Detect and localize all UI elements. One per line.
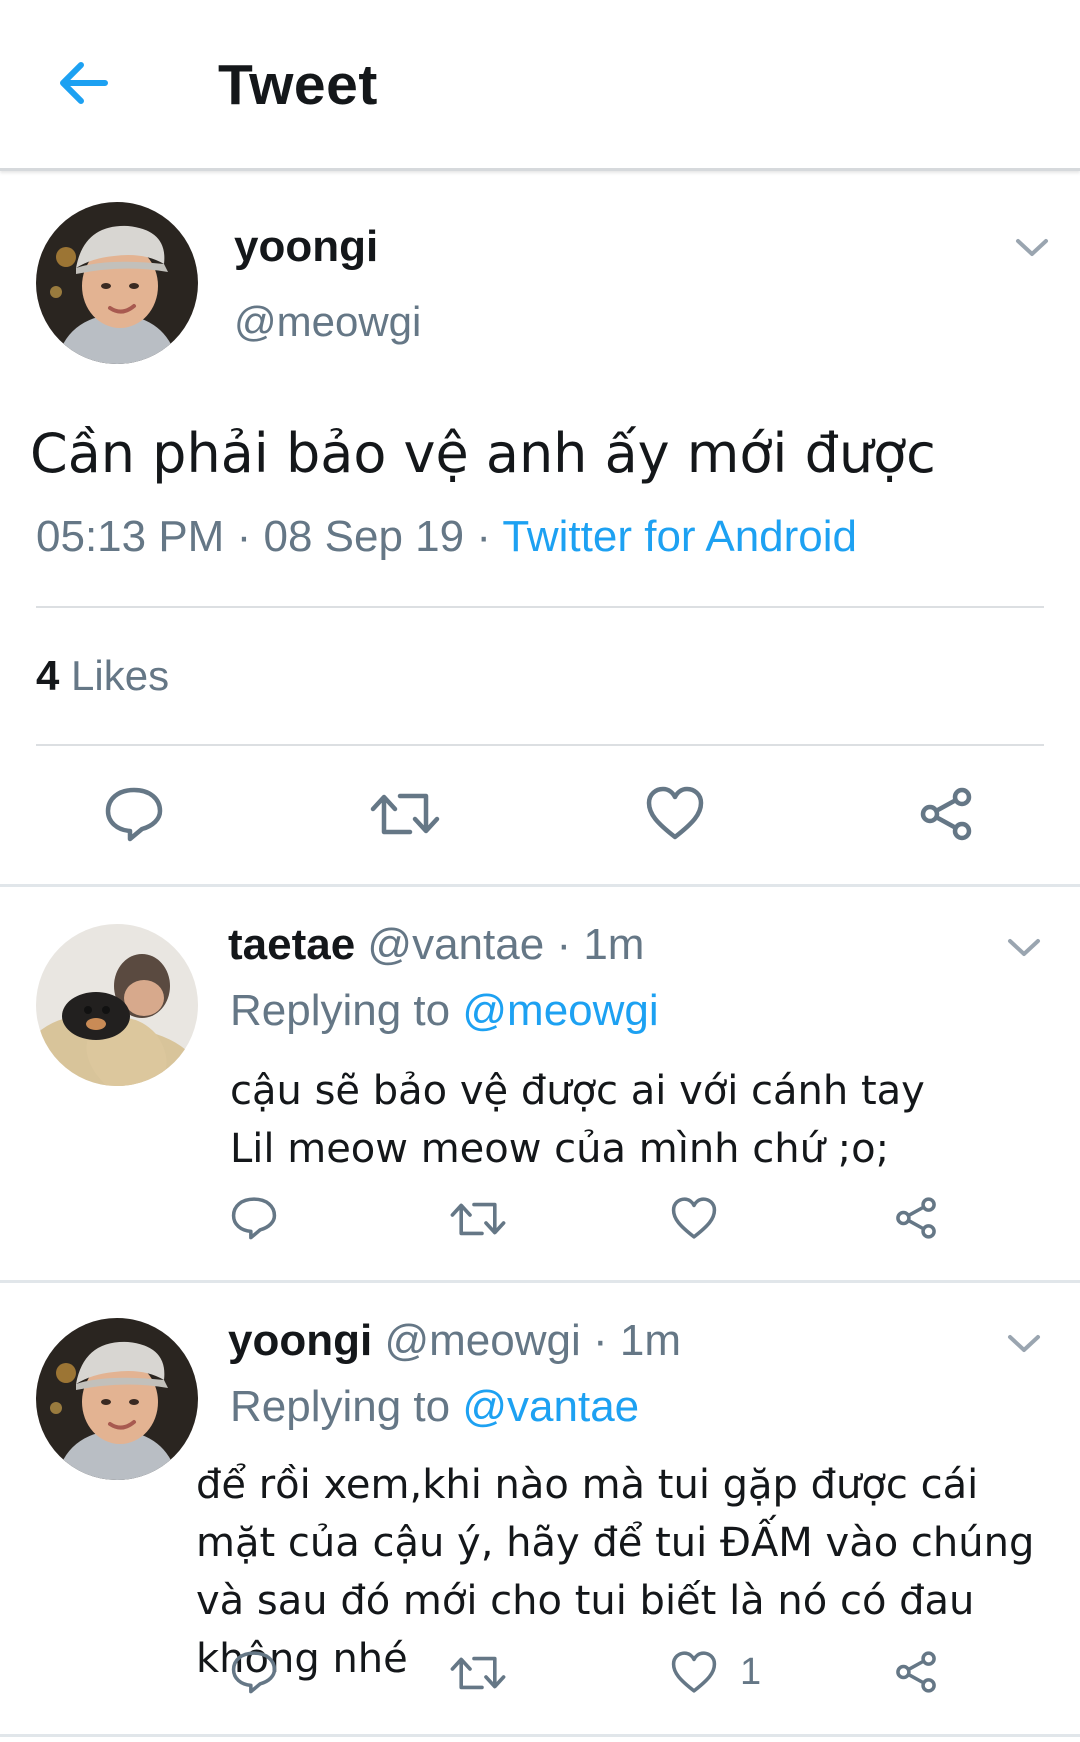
tweet-time: 05:13 PM xyxy=(36,512,225,561)
reply-author-handle[interactable]: @vantae xyxy=(367,920,544,969)
likes-summary[interactable]: 4 Likes xyxy=(36,652,169,700)
reply-bubble-icon[interactable] xyxy=(104,786,164,842)
share-icon[interactable] xyxy=(916,786,976,842)
avatar[interactable] xyxy=(36,202,198,364)
author-handle[interactable]: @meowgi xyxy=(234,298,421,346)
meta-separator: · xyxy=(556,920,572,969)
share-icon[interactable] xyxy=(892,1650,940,1694)
page-title: Tweet xyxy=(218,53,378,117)
like-count: 1 xyxy=(740,1650,762,1693)
reply-time: 1m xyxy=(583,920,645,969)
replying-to-line: Replying to @meowgi xyxy=(230,986,659,1036)
tweet-date: 08 Sep 19 xyxy=(263,512,465,561)
replying-to-label: Replying to xyxy=(230,1382,451,1431)
avatar[interactable] xyxy=(36,1318,198,1480)
heart-icon[interactable] xyxy=(670,1196,740,1240)
reply-text: cậu sẽ bảo vệ được ai với cánh tay Lil m… xyxy=(230,1068,925,1172)
avatar[interactable] xyxy=(36,924,198,1086)
heart-icon[interactable] xyxy=(645,785,705,841)
section-divider xyxy=(0,884,1080,887)
author-name[interactable]: yoongi xyxy=(234,222,378,272)
reply-header: yoongi @meowgi · 1m xyxy=(228,1316,681,1366)
likes-label: Likes xyxy=(71,652,170,699)
share-icon[interactable] xyxy=(892,1196,940,1240)
reply-header: taetae @vantae · 1m xyxy=(228,920,644,970)
replying-to-label: Replying to xyxy=(230,986,451,1035)
reply-time: 1m xyxy=(619,1316,681,1365)
chevron-down-icon[interactable] xyxy=(1012,232,1052,262)
tweet-meta: 05:13 PM · 08 Sep 19 · Twitter for Andro… xyxy=(36,512,857,562)
likes-count: 4 xyxy=(36,652,60,699)
meta-separator: · xyxy=(236,512,252,561)
mention-link[interactable]: @vantae xyxy=(462,1382,639,1431)
meta-separator: · xyxy=(592,1316,608,1365)
reply-author-name[interactable]: yoongi xyxy=(228,1316,372,1365)
divider xyxy=(36,606,1044,608)
heart-icon[interactable]: 1 xyxy=(670,1650,761,1694)
section-divider xyxy=(0,1280,1080,1283)
chevron-down-icon[interactable] xyxy=(1004,1328,1044,1358)
tweet-text: Cần phải bảo vệ anh ấy mới được xyxy=(30,422,936,485)
section-divider xyxy=(0,1734,1080,1737)
retweet-icon[interactable] xyxy=(450,1198,506,1240)
retweet-icon[interactable] xyxy=(370,788,440,840)
retweet-icon[interactable] xyxy=(450,1652,506,1694)
replying-to-line: Replying to @vantae xyxy=(230,1382,639,1432)
reply-author-name[interactable]: taetae xyxy=(228,920,355,969)
mention-link[interactable]: @meowgi xyxy=(462,986,658,1035)
divider xyxy=(36,744,1044,746)
tweet-source-link[interactable]: Twitter for Android xyxy=(502,512,857,561)
back-arrow-icon[interactable] xyxy=(52,52,114,114)
reply-author-handle[interactable]: @meowgi xyxy=(384,1316,580,1365)
meta-separator: · xyxy=(476,512,491,561)
reply-bubble-icon[interactable] xyxy=(230,1650,278,1694)
reply-bubble-icon[interactable] xyxy=(230,1196,278,1240)
chevron-down-icon[interactable] xyxy=(1004,932,1044,962)
top-app-bar: Tweet xyxy=(0,0,1080,171)
